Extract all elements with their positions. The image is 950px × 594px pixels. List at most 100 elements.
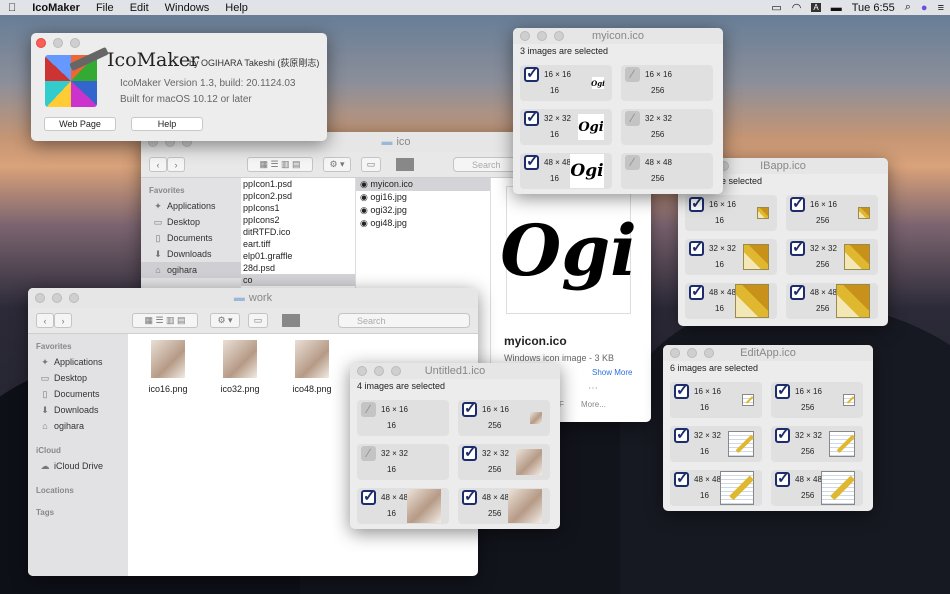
proxy-icon[interactable]	[282, 314, 300, 327]
sidebar-item-icloud-drive[interactable]: ☁ iCloud Drive	[28, 458, 128, 474]
checkbox-unchecked[interactable]: ∕	[625, 155, 640, 170]
icon-variant-tile[interactable]: ✓ 48 × 48 256	[786, 283, 878, 319]
file-item[interactable]: ditRTFD.ico	[241, 226, 355, 238]
menu-clock[interactable]: Tue 6:55	[852, 2, 895, 14]
zoom-button[interactable]	[70, 38, 80, 48]
icon-variant-tile[interactable]: ✓ 48 × 48 16	[357, 488, 449, 524]
notification-center-icon[interactable]: ≡	[938, 2, 944, 14]
icon-variant-tile[interactable]: ∕ 16 × 16 16	[357, 400, 449, 436]
file-item[interactable]: ◉ ogi48.jpg	[356, 217, 490, 230]
checkbox-unchecked[interactable]: ∕	[361, 402, 376, 417]
checkbox-checked[interactable]: ✓	[689, 196, 704, 212]
menu-edit[interactable]: Edit	[122, 2, 157, 14]
menu-windows[interactable]: Windows	[157, 2, 218, 14]
icon-variant-tile[interactable]: ✓ 32 × 32 256	[458, 444, 550, 480]
sidebar-item-applications[interactable]: ✦ Applications	[141, 198, 241, 214]
checkbox-checked[interactable]: ✓	[674, 471, 689, 487]
sidebar-item-downloads[interactable]: ⬇ Downloads	[28, 402, 128, 418]
menu-help[interactable]: Help	[217, 2, 256, 14]
file-item[interactable]: ◉ ogi16.jpg	[356, 191, 490, 204]
checkbox-checked[interactable]: ✓	[689, 240, 704, 256]
icon-variant-tile[interactable]: ✓ 16 × 16 16	[670, 382, 762, 418]
action-button[interactable]: ⚙ ▾	[210, 313, 240, 328]
back-button[interactable]: ‹	[149, 157, 167, 172]
icon-variant-tile[interactable]: ✓ 32 × 32 16	[685, 239, 777, 275]
icon-variant-tile[interactable]: ✓ 32 × 32 16	[670, 426, 762, 462]
wifi-icon[interactable]: ◠	[792, 1, 802, 14]
file-item[interactable]: elp01.graffle	[241, 250, 355, 262]
more-icon[interactable]: ⋯	[588, 383, 598, 394]
checkbox-unchecked[interactable]: ∕	[625, 67, 640, 82]
view-mode-buttons[interactable]: ▦ ☰ ▥ ▤	[247, 157, 313, 172]
input-source-icon[interactable]: A	[811, 3, 821, 12]
checkbox-checked[interactable]: ✓	[524, 110, 539, 126]
checkbox-checked[interactable]: ✓	[790, 196, 805, 212]
checkbox-checked[interactable]: ✓	[674, 383, 689, 399]
zoom-button[interactable]	[554, 31, 564, 41]
file-item[interactable]: 28d.psd	[241, 262, 355, 274]
file-item[interactable]: ppIcon2.psd	[241, 190, 355, 202]
back-button[interactable]: ‹	[36, 313, 54, 328]
search-field[interactable]: Search	[338, 313, 470, 328]
minimize-button[interactable]	[537, 31, 547, 41]
checkbox-unchecked[interactable]: ∕	[361, 446, 376, 461]
checkbox-checked[interactable]: ✓	[689, 284, 704, 300]
checkbox-checked[interactable]: ✓	[361, 489, 376, 505]
checkbox-checked[interactable]: ✓	[462, 401, 477, 417]
zoom-button[interactable]	[69, 293, 79, 303]
icon-variant-tile[interactable]: ✓ 16 × 16 256	[771, 382, 863, 418]
checkbox-checked[interactable]: ✓	[674, 427, 689, 443]
close-button[interactable]	[36, 38, 46, 48]
icon-variant-tile[interactable]: ∕ 32 × 32 16	[357, 444, 449, 480]
folder-item-selected[interactable]: co	[241, 274, 355, 286]
icon-variant-tile[interactable]: ✓ 16 × 16 256	[458, 400, 550, 436]
icon-variant-tile[interactable]: ∕ 16 × 16 256	[621, 65, 713, 101]
proxy-icon[interactable]	[396, 158, 414, 171]
icon-variant-tile[interactable]: ✓ 32 × 32 16 Ogi	[520, 109, 612, 145]
file-icon-ico48[interactable]: ico48.png	[290, 340, 334, 394]
forward-button[interactable]: ›	[167, 157, 185, 172]
action-button[interactable]: ⚙ ▾	[323, 157, 351, 172]
icon-variant-tile[interactable]: ∕ 48 × 48 256	[621, 153, 713, 189]
new-folder-button[interactable]: ▭	[248, 313, 268, 328]
more-button[interactable]: More...	[581, 400, 606, 409]
icon-variant-tile[interactable]: ✓ 32 × 32 256	[786, 239, 878, 275]
sidebar-item-desktop[interactable]: ▭ Desktop	[141, 214, 241, 230]
file-item[interactable]: ppIcon1.psd	[241, 178, 355, 190]
checkbox-checked[interactable]: ✓	[790, 240, 805, 256]
menu-file[interactable]: File	[88, 2, 122, 14]
checkbox-unchecked[interactable]: ∕	[625, 111, 640, 126]
sidebar-item-downloads[interactable]: ⬇ Downloads	[141, 246, 241, 262]
sidebar-item-documents[interactable]: ▯ Documents	[28, 386, 128, 402]
icon-variant-tile[interactable]: ✓ 48 × 48 256	[458, 488, 550, 524]
checkbox-checked[interactable]: ✓	[775, 383, 790, 399]
minimize-button[interactable]	[374, 366, 384, 376]
zoom-button[interactable]	[704, 348, 714, 358]
apple-menu-icon[interactable]: 	[0, 2, 24, 14]
icon-variant-tile[interactable]: ✓ 48 × 48 16	[670, 470, 762, 506]
sidebar-item-ogihara[interactable]: ⌂ ogihara	[28, 418, 128, 434]
sidebar-item-documents[interactable]: ▯ Documents	[141, 230, 241, 246]
icon-variant-tile[interactable]: ✓ 32 × 32 256	[771, 426, 863, 462]
sidebar-item-desktop[interactable]: ▭ Desktop	[28, 370, 128, 386]
icon-variant-tile[interactable]: ✓ 48 × 48 16	[685, 283, 777, 319]
close-button[interactable]	[357, 366, 367, 376]
file-icon-ico32[interactable]: ico32.png	[218, 340, 262, 394]
checkbox-checked[interactable]: ✓	[524, 66, 539, 82]
file-item[interactable]: eart.tiff	[241, 238, 355, 250]
minimize-button[interactable]	[687, 348, 697, 358]
checkbox-checked[interactable]: ✓	[462, 489, 477, 505]
icon-variant-tile[interactable]: ✓ 16 × 16 256	[786, 195, 878, 231]
folder-item[interactable]: ppIcons2	[241, 214, 355, 226]
checkbox-checked[interactable]: ✓	[790, 284, 805, 300]
siri-icon[interactable]: ●	[921, 2, 928, 14]
new-folder-button[interactable]: ▭	[361, 157, 381, 172]
forward-button[interactable]: ›	[54, 313, 72, 328]
checkbox-checked[interactable]: ✓	[775, 427, 790, 443]
minimize-button[interactable]	[53, 38, 63, 48]
close-button[interactable]	[670, 348, 680, 358]
zoom-button[interactable]	[391, 366, 401, 376]
battery-icon[interactable]: ▬	[831, 2, 842, 14]
file-item[interactable]: ◉ ogi32.jpg	[356, 204, 490, 217]
minimize-button[interactable]	[52, 293, 62, 303]
